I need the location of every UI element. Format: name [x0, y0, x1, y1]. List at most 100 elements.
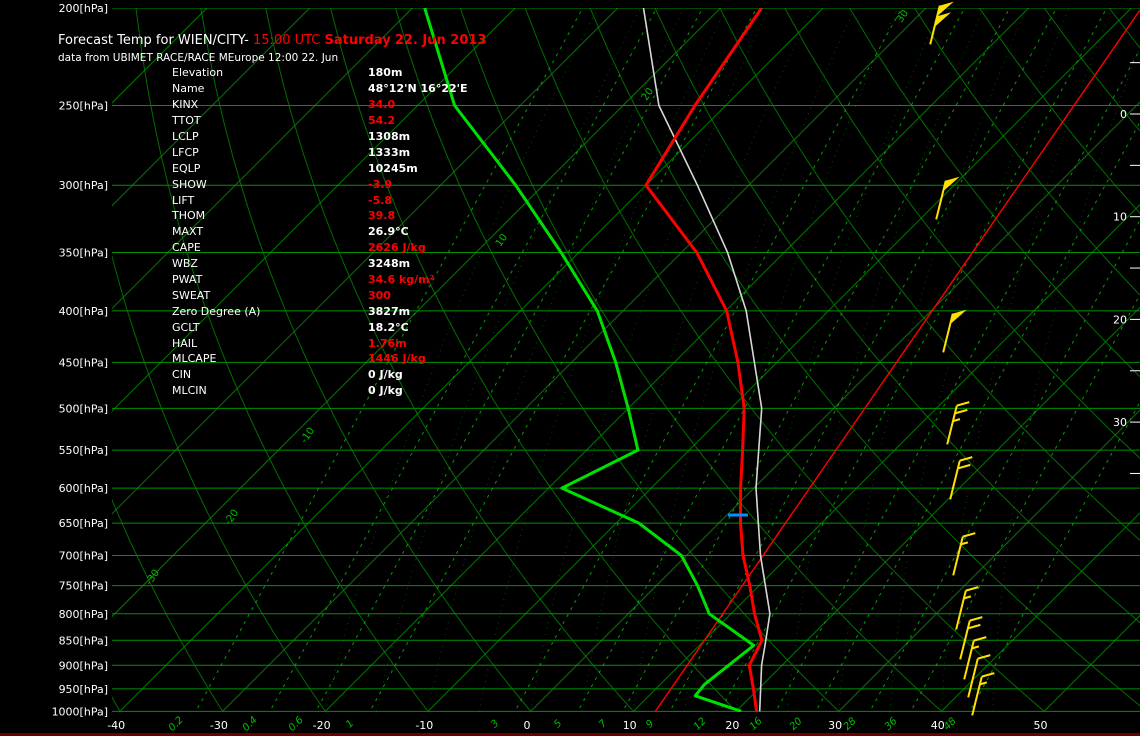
adiabat-label: -30	[144, 568, 162, 588]
stat-label: MAXT	[172, 225, 204, 239]
title-date: 22. Jun 2013	[394, 33, 487, 48]
stat-value: 300	[368, 288, 391, 302]
dry-adiabat-line	[849, 8, 1140, 378]
pressure-label: 950[hPa]	[59, 683, 108, 696]
mixing-ratio-label: 16	[748, 716, 765, 733]
stat-label: GCLT	[172, 320, 200, 334]
stat-value: 39.8	[368, 209, 396, 223]
moist-adiabat-line	[684, 8, 899, 712]
stat-label: LCLP	[172, 130, 199, 143]
moist-adiabat-line	[941, 8, 1113, 712]
stat-row: GCLT 18.2°C	[172, 319, 468, 335]
stat-row: LCLP 1308m	[172, 129, 468, 145]
isotherm-line	[633, 203, 1140, 712]
mixing-ratio-line	[576, 8, 966, 712]
barb-feather	[957, 463, 971, 470]
stat-value: 10245m	[368, 161, 418, 175]
mixing-ratio-label: 1	[344, 718, 356, 730]
moist-adiabat-line	[735, 8, 941, 712]
adiabat-label: -10	[299, 426, 317, 446]
mixing-ratio-line	[814, 120, 1140, 712]
mixing-ratio-label: 0.2	[167, 715, 186, 734]
right-axis-label: 20	[1113, 313, 1127, 326]
stat-label: PWAT	[172, 273, 203, 287]
moist-adiabat-line	[530, 8, 770, 712]
stat-value: 34.6 kg/m²	[368, 273, 435, 287]
stat-row: EQLP 10245m	[172, 160, 468, 176]
mixing-ratio-line	[718, 8, 1108, 712]
stat-label: SWEAT	[172, 288, 211, 302]
stat-value: -3.9	[368, 177, 393, 191]
stat-value: 34.0	[368, 98, 396, 112]
mixing-ratio-line	[668, 8, 1058, 712]
mixing-ratio-label: 0.6	[287, 715, 306, 734]
pressure-label: 350[hPa]	[59, 247, 108, 260]
temp-label: 50	[1034, 719, 1048, 732]
stat-label: CIN	[172, 368, 192, 382]
title-time: 15:00 UTC	[253, 33, 321, 48]
temp-label: -20	[313, 719, 331, 732]
pressure-label: 250[hPa]	[59, 100, 108, 113]
skewt-chart: 200[hPa] 250[hPa] 300[hPa] 350[hPa] 400[hPa]…	[0, 1, 1140, 734]
stat-label: LFCP	[172, 145, 199, 159]
stat-value: 1446 J/kg	[368, 352, 426, 366]
stat-row: THOM 39.8	[172, 208, 468, 224]
mixing-ratio-line	[774, 48, 1140, 712]
adiabat-label: 30	[895, 8, 911, 25]
mixing-ratio-line	[868, 219, 1140, 712]
barb-staff	[946, 405, 958, 445]
mixing-ratio-label: 3	[489, 718, 501, 730]
stat-row: HAIL 1.76in	[172, 335, 468, 351]
temp-label: 20	[725, 719, 739, 732]
pressure-label: 400[hPa]	[59, 305, 108, 318]
isotherm-line	[0, 8, 2, 711]
stat-row: LIFT -5.8	[172, 192, 468, 208]
stat-label: MLCIN	[172, 384, 207, 398]
stat-label: TTOT	[172, 114, 201, 128]
pressure-label: 450[hPa]	[59, 356, 108, 369]
stat-value: 0 J/kg	[368, 384, 403, 398]
pressure-label: 200[hPa]	[59, 2, 108, 15]
right-axis-label: 10	[1113, 211, 1127, 224]
moist-adiabat-line	[632, 8, 856, 712]
barb-feather	[969, 616, 983, 622]
adiabat-label: -20	[223, 508, 241, 528]
stat-value: 180m	[368, 66, 403, 80]
barb-feather	[962, 532, 976, 538]
stat-row: Elevation 180m	[172, 65, 468, 81]
barb-feather	[965, 586, 979, 592]
temp-label: 0	[524, 719, 531, 732]
barb-feather	[981, 672, 995, 678]
isotherm-line	[427, 8, 1132, 712]
mixing-ratio-line	[621, 8, 1011, 712]
barb-feather	[954, 408, 968, 415]
stat-row: PWAT 34.6 kg/m²	[172, 272, 468, 288]
dry-adiabat-line	[524, 8, 1045, 712]
stat-value: 26.9°C	[368, 225, 409, 239]
temp-label: -30	[210, 719, 228, 732]
grid-layer	[0, 8, 1140, 712]
mixing-ratio-label: 12	[692, 716, 709, 733]
temp-label: -40	[107, 719, 125, 732]
title-day: Saturday	[324, 33, 391, 48]
adiabat-label: 20	[640, 86, 656, 103]
stat-row: CIN 0 J/kg	[172, 367, 468, 383]
temp-label: 10	[623, 719, 637, 732]
dry-adiabat-line	[914, 8, 1140, 296]
adiabat-label: 10	[494, 232, 510, 249]
mixing-ratio-label: 28	[842, 716, 859, 733]
stats-panel: Elevation 180m Name 48°12'N 16°22'E KINX 34.0…	[172, 65, 468, 399]
pressure-label: 800[hPa]	[59, 608, 108, 621]
temp-label: 30	[828, 719, 842, 732]
stat-label: EQLP	[172, 161, 201, 175]
pressure-label: 1000[hPa]	[52, 705, 108, 718]
stat-label: HAIL	[172, 336, 198, 350]
mixing-ratio-label: 0.4	[241, 715, 260, 734]
stat-row: SHOW -3.9	[172, 176, 468, 192]
highlight-isopleth-line	[654, 9, 1140, 712]
stat-row: KINX 34.0	[172, 97, 468, 113]
right-axis-label: 30	[1113, 416, 1127, 429]
pressure-label: 900[hPa]	[59, 659, 108, 672]
moist-adiabat-line	[838, 8, 1027, 712]
stat-label: WBZ	[172, 257, 198, 271]
